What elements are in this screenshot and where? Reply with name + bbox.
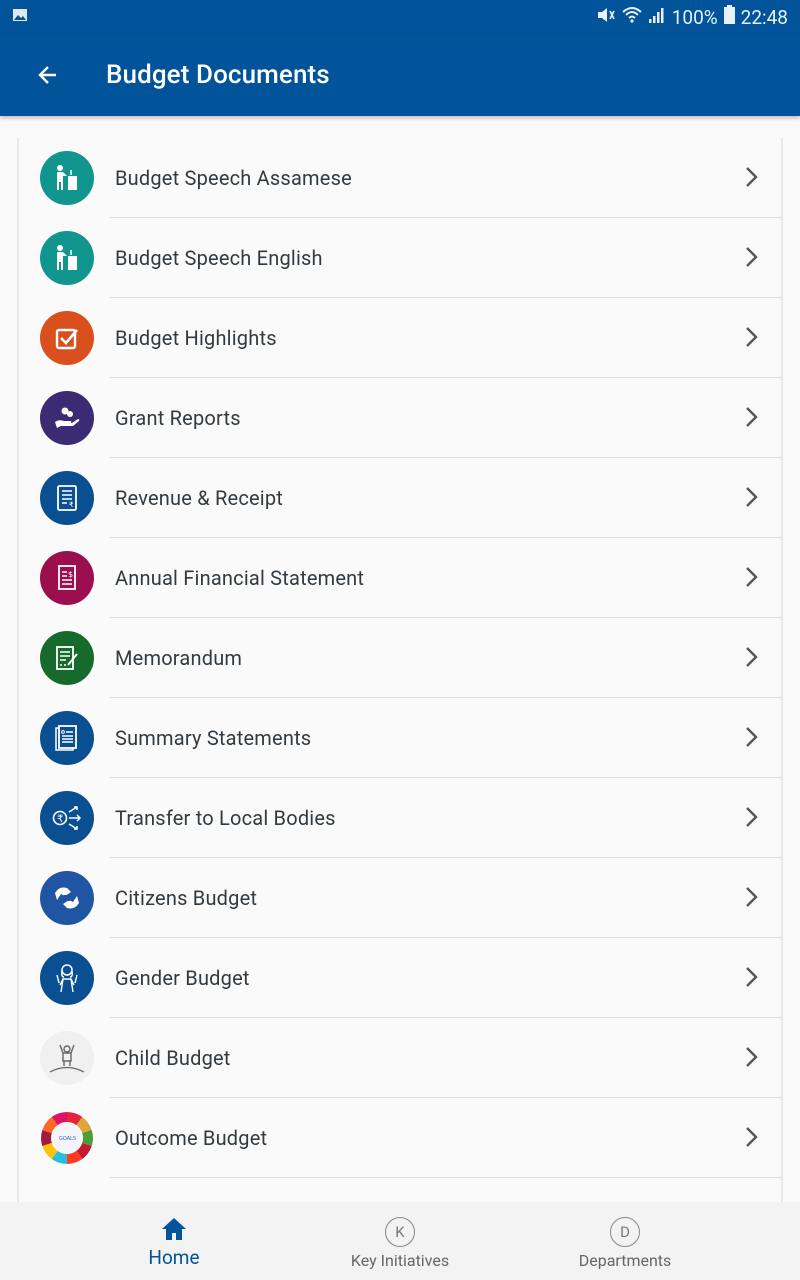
list-item-annual-financial-statement[interactable]: $ Annual Financial Statement	[19, 538, 781, 618]
rupee-transfer-icon: ₹	[40, 791, 94, 845]
list-item-label: Budget Speech Assamese	[115, 166, 352, 190]
nav-departments[interactable]: D Departments	[560, 1202, 690, 1280]
chevron-right-icon	[746, 327, 758, 347]
list-item-label: Citizens Budget	[115, 886, 258, 910]
signal-icon	[648, 6, 666, 29]
document-dollar-icon: $	[40, 551, 94, 605]
gallery-icon	[12, 7, 28, 27]
document-list: Budget Speech Assamese Budget Speech Eng…	[17, 138, 783, 1202]
svg-text:GOALS: GOALS	[59, 1136, 76, 1142]
list-item-label: Outcome Budget	[115, 1126, 268, 1150]
list-item-budget-speech-assamese[interactable]: Budget Speech Assamese	[19, 138, 781, 218]
list-item-label: Transfer to Local Bodies	[115, 806, 336, 830]
list-item-label: Child Budget	[115, 1046, 231, 1070]
chevron-right-icon	[746, 167, 758, 187]
list-item-label: Grant Reports	[115, 406, 241, 430]
list-item-label: Revenue & Receipt	[115, 486, 284, 510]
list-item-label: Gender Budget	[115, 966, 250, 990]
list-item-transfer-to-local-bodies[interactable]: ₹ Transfer to Local Bodies	[19, 778, 781, 858]
home-icon	[162, 1218, 186, 1240]
back-button[interactable]	[0, 34, 96, 116]
chevron-right-icon	[746, 727, 758, 747]
app-bar: Budget Documents	[0, 34, 800, 116]
chevron-right-icon	[746, 1127, 758, 1147]
list-item-citizens-budget[interactable]: Citizens Budget	[19, 858, 781, 938]
chevron-right-icon	[746, 1047, 758, 1067]
list-item-label: Budget Speech English	[115, 246, 323, 270]
chevron-right-icon	[746, 647, 758, 667]
chevron-right-icon	[746, 247, 758, 267]
nav-label: Home	[148, 1246, 200, 1269]
arrow-left-icon	[38, 66, 56, 84]
receipt-rupee-icon: ₹	[40, 471, 94, 525]
bottom-navigation: Home K Key Initiatives D Departments	[0, 1202, 800, 1280]
podium-speaker-icon	[40, 151, 94, 205]
podium-speaker-icon	[40, 231, 94, 285]
list-item-memorandum[interactable]: Memorandum	[19, 618, 781, 698]
list-item-summary-statements[interactable]: Summary Statements	[19, 698, 781, 778]
list-item-child-budget[interactable]: Child Budget	[19, 1018, 781, 1098]
nav-key-initiatives[interactable]: K Key Initiatives	[330, 1202, 470, 1280]
hand-coins-icon	[40, 391, 94, 445]
nav-home[interactable]: Home	[124, 1202, 224, 1280]
document-list-icon	[40, 711, 94, 765]
mute-icon	[596, 6, 616, 29]
list-item-label: Summary Statements	[115, 726, 312, 750]
woman-icon	[40, 951, 94, 1005]
child-icon	[40, 1031, 94, 1085]
divider	[110, 1177, 781, 1178]
battery-percent: 100%	[671, 5, 718, 29]
list-item-label: Memorandum	[115, 646, 243, 670]
list-item-label: Annual Financial Statement	[115, 566, 365, 590]
chevron-right-icon	[746, 487, 758, 507]
clock: 22:48	[740, 5, 788, 29]
list-item-budget-speech-english[interactable]: Budget Speech English	[19, 218, 781, 298]
k-letter-icon: K	[385, 1217, 415, 1247]
list-item-revenue-receipt[interactable]: ₹ Revenue & Receipt	[19, 458, 781, 538]
status-bar: 100% 22:48	[0, 0, 800, 34]
d-letter-icon: D	[610, 1217, 640, 1247]
wifi-icon	[622, 6, 642, 29]
handshake-icon	[40, 871, 94, 925]
checkbox-icon	[40, 311, 94, 365]
list-item-gender-budget[interactable]: Gender Budget	[19, 938, 781, 1018]
chevron-right-icon	[746, 407, 758, 427]
sdg-goals-wheel-icon: GOALS	[40, 1111, 94, 1165]
svg-text:₹: ₹	[69, 501, 74, 509]
nav-label: Key Initiatives	[350, 1251, 450, 1270]
chevron-right-icon	[746, 807, 758, 827]
chevron-right-icon	[746, 887, 758, 907]
list-item-outcome-budget[interactable]: GOALS Outcome Budget	[19, 1098, 781, 1178]
list-item-grant-reports[interactable]: Grant Reports	[19, 378, 781, 458]
list-item-label: Budget Highlights	[115, 326, 277, 350]
list-item-budget-highlights[interactable]: Budget Highlights	[19, 298, 781, 378]
chevron-right-icon	[746, 967, 758, 987]
document-pen-icon	[40, 631, 94, 685]
svg-text:$: $	[68, 570, 73, 579]
battery-icon	[723, 5, 735, 29]
nav-label: Departments	[578, 1251, 672, 1270]
chevron-right-icon	[746, 567, 758, 587]
page-title: Budget Documents	[106, 60, 330, 90]
svg-text:₹: ₹	[57, 814, 63, 825]
